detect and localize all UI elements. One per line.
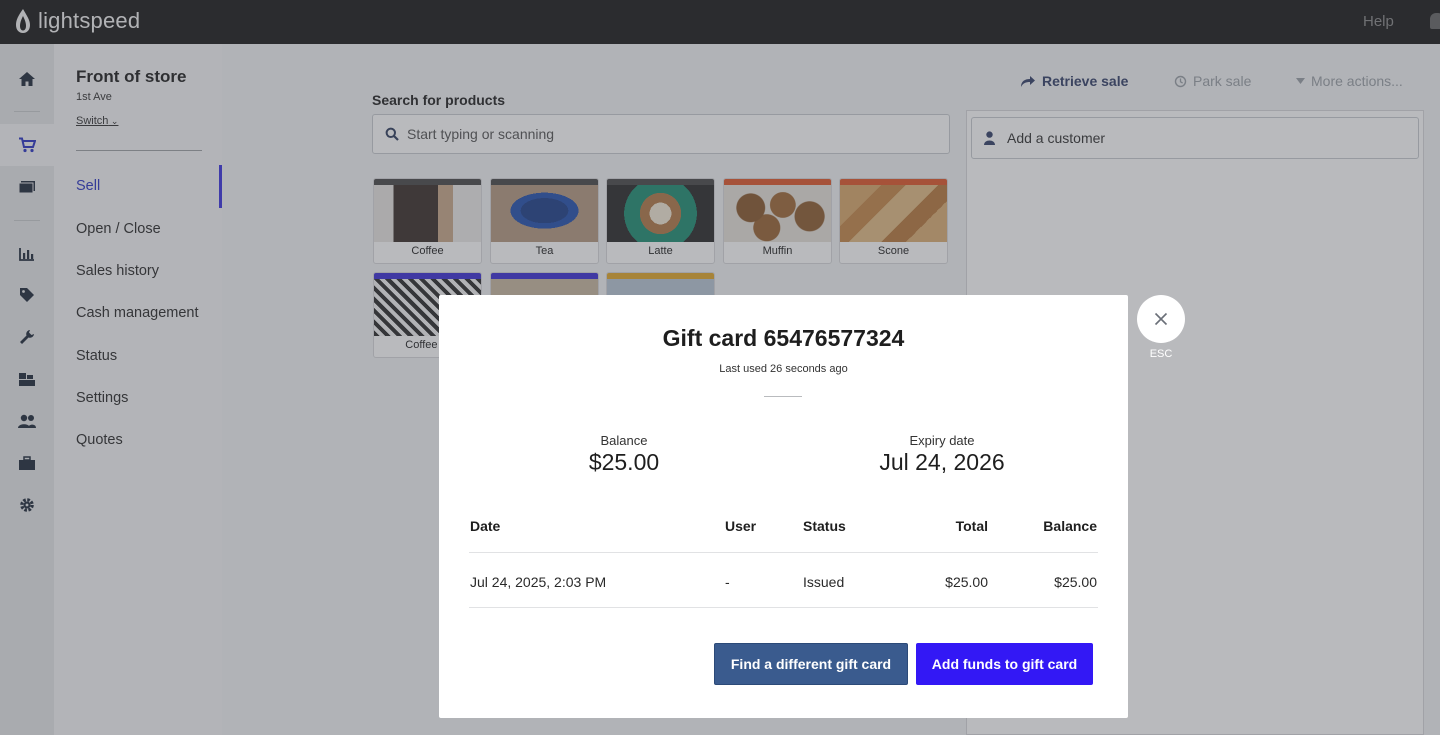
row-status: Issued xyxy=(803,574,845,590)
table-divider xyxy=(469,607,1098,608)
column-header-date: Date xyxy=(470,518,501,534)
balance-value: $25.00 xyxy=(588,449,660,475)
close-icon xyxy=(1154,312,1168,326)
row-date: Jul 24, 2025, 2:03 PM xyxy=(470,574,607,590)
column-header-status: Status xyxy=(803,518,846,534)
expiry-value: Jul 24, 2026 xyxy=(879,449,1005,475)
table-divider xyxy=(469,552,1098,553)
find-different-gift-card-button[interactable]: Find a different gift card xyxy=(714,643,908,685)
title-divider xyxy=(764,396,802,397)
column-header-total: Total xyxy=(955,518,988,534)
gift-card-title: Gift card 65476577324 xyxy=(662,325,905,351)
expiry-label: Expiry date xyxy=(909,433,975,448)
last-used-text: Last used 26 seconds ago xyxy=(719,363,848,375)
row-user: - xyxy=(725,574,730,590)
close-dialog-button[interactable] xyxy=(1137,295,1185,343)
gift-card-dialog: Gift card 65476577324 Last used 26 secon… xyxy=(439,295,1128,718)
row-balance: $25.00 xyxy=(1054,574,1097,590)
row-total: $25.00 xyxy=(945,574,988,590)
add-funds-button[interactable]: Add funds to gift card xyxy=(916,643,1093,685)
column-header-balance: Balance xyxy=(1043,518,1097,534)
esc-hint: ESC xyxy=(1149,348,1173,360)
balance-label: Balance xyxy=(600,433,648,448)
column-header-user: User xyxy=(725,518,757,534)
